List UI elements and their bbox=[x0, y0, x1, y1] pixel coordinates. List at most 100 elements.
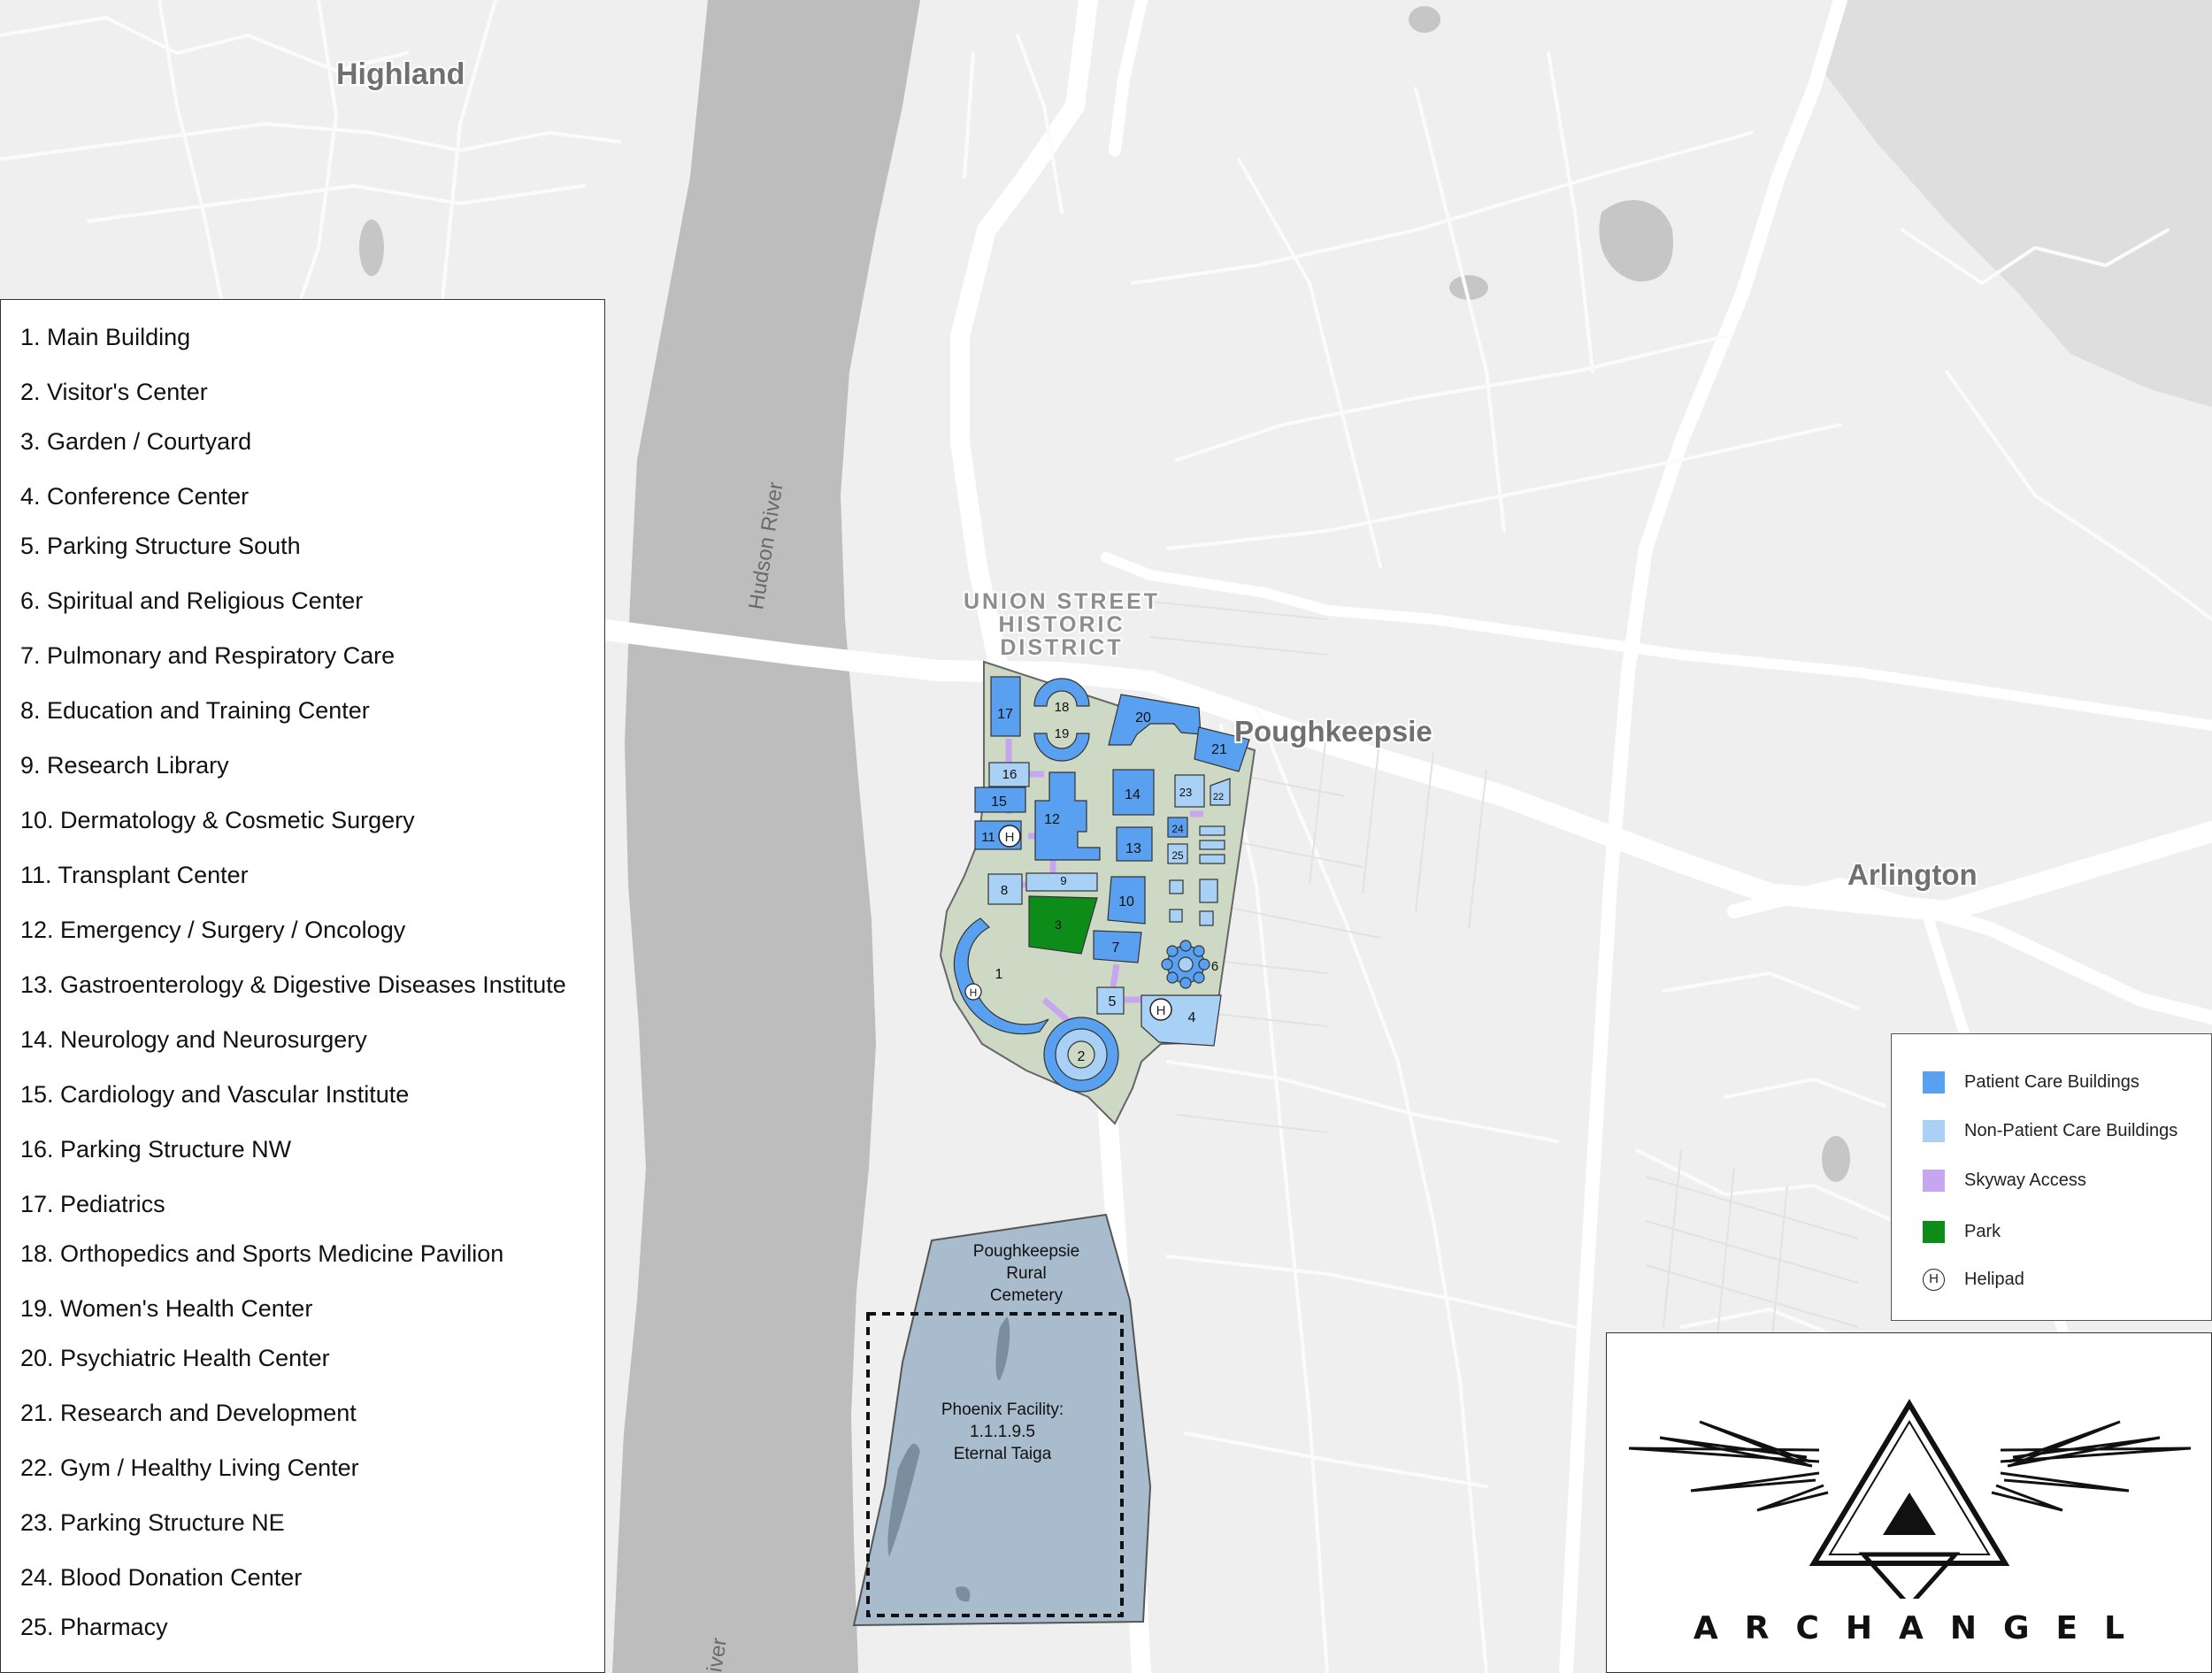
small-building bbox=[1199, 879, 1218, 903]
helipad[interactable]: H bbox=[964, 983, 982, 1001]
key-item[interactable]: 25. Pharmacy bbox=[20, 1614, 168, 1641]
facility-label-line3: Eternal Taiga bbox=[954, 1445, 1052, 1463]
building-number: 5 bbox=[1109, 994, 1117, 1009]
pond bbox=[1409, 6, 1440, 33]
legend-label: Non-Patient Care Buildings bbox=[1964, 1120, 2178, 1140]
building-number: 19 bbox=[1055, 726, 1070, 741]
key-item[interactable]: 21. Research and Development bbox=[20, 1400, 357, 1427]
district-label-line2: HISTORIC bbox=[999, 612, 1125, 637]
key-item[interactable]: 13. Gastroenterology & Digestive Disease… bbox=[20, 971, 566, 999]
building-number: 25 bbox=[1171, 849, 1184, 862]
small-building bbox=[1199, 854, 1225, 864]
legend-item-park: Park bbox=[1923, 1218, 2001, 1245]
key-item[interactable]: 14. Neurology and Neurosurgery bbox=[20, 1026, 367, 1054]
map-legend: Patient Care Buildings Non-Patient Care … bbox=[1891, 1033, 2212, 1321]
legend-item-non-patient-care: Non-Patient Care Buildings bbox=[1923, 1117, 2177, 1144]
building-number: 17 bbox=[997, 707, 1013, 722]
park-swatch bbox=[1923, 1220, 1945, 1243]
skyway bbox=[1110, 963, 1120, 987]
pond bbox=[359, 219, 384, 276]
building-number: 18 bbox=[1055, 700, 1070, 715]
small-building bbox=[1199, 840, 1225, 850]
key-item[interactable]: 12. Emergency / Surgery / Oncology bbox=[20, 917, 405, 944]
key-item[interactable]: 22. Gym / Healthy Living Center bbox=[20, 1454, 359, 1482]
key-item[interactable]: 19. Women's Health Center bbox=[20, 1295, 312, 1323]
key-item[interactable]: 17. Pediatrics bbox=[20, 1191, 165, 1218]
key-item[interactable]: 7. Pulmonary and Respiratory Care bbox=[20, 642, 395, 670]
legend-item-skyway: Skyway Access bbox=[1923, 1167, 2086, 1193]
key-item[interactable]: 8. Education and Training Center bbox=[20, 697, 370, 725]
building-number: 8 bbox=[1001, 883, 1008, 898]
building-number: 3 bbox=[1055, 917, 1062, 932]
building-number: 12 bbox=[1044, 812, 1060, 827]
key-item[interactable]: 15. Cardiology and Vascular Institute bbox=[20, 1081, 409, 1109]
building-number: 2 bbox=[1078, 1049, 1086, 1064]
skyway-swatch bbox=[1923, 1169, 1945, 1192]
svg-text:H: H bbox=[1156, 1003, 1166, 1018]
district-label-line3: DISTRICT bbox=[1000, 635, 1123, 660]
patient-care-swatch bbox=[1923, 1071, 1945, 1094]
key-item[interactable]: 16. Parking Structure NW bbox=[20, 1136, 291, 1163]
key-item[interactable]: 11. Transplant Center bbox=[20, 862, 249, 889]
small-building bbox=[1199, 825, 1225, 836]
svg-text:H: H bbox=[1005, 830, 1015, 845]
building-number: 22 bbox=[1213, 792, 1224, 802]
non-patient-care-swatch bbox=[1923, 1119, 1945, 1142]
archangel-logo-text: ARCHANGEL bbox=[1693, 1610, 2152, 1646]
small-building bbox=[1169, 909, 1183, 923]
building-key-panel: 1. Main Building 2. Visitor's Center 3. … bbox=[0, 299, 605, 1673]
key-item[interactable]: 24. Blood Donation Center bbox=[20, 1564, 302, 1592]
building-number: 9 bbox=[1060, 874, 1066, 887]
building-number: 7 bbox=[1112, 940, 1120, 955]
town-label-arlington: Arlington bbox=[1847, 858, 1978, 891]
building-number: 4 bbox=[1188, 1010, 1196, 1025]
legend-label: Helipad bbox=[1964, 1269, 2024, 1289]
legend-label: Patient Care Buildings bbox=[1964, 1071, 2139, 1092]
building-number: 6 bbox=[1211, 959, 1218, 974]
key-item[interactable]: 1. Main Building bbox=[20, 324, 190, 351]
building-number: 11 bbox=[981, 830, 995, 845]
building-number: 10 bbox=[1118, 894, 1134, 909]
helipad[interactable]: H bbox=[998, 825, 1021, 848]
key-item[interactable]: 23. Parking Structure NE bbox=[20, 1509, 285, 1537]
building-number: 1 bbox=[995, 967, 1003, 982]
building-number: 24 bbox=[1171, 823, 1184, 835]
building-number: 13 bbox=[1125, 841, 1141, 856]
key-item[interactable]: 5. Parking Structure South bbox=[20, 533, 301, 560]
building-number: 16 bbox=[1002, 767, 1018, 782]
facility-label-line2: 1.1.1.9.5 bbox=[970, 1423, 1035, 1441]
town-label-poughkeepsie: Poughkeepsie bbox=[1234, 715, 1432, 748]
key-item[interactable]: 9. Research Library bbox=[20, 752, 229, 779]
building-number: 21 bbox=[1211, 742, 1227, 757]
key-item[interactable]: 20. Psychiatric Health Center bbox=[20, 1345, 330, 1372]
logo-panel: ARCHANGEL bbox=[1606, 1332, 2212, 1673]
facility-label-line1: Phoenix Facility: bbox=[941, 1401, 1064, 1419]
town-label-highland: Highland bbox=[336, 58, 465, 91]
archangel-logo-icon bbox=[1628, 1399, 2192, 1599]
small-building bbox=[1169, 879, 1184, 894]
district-label-line1: UNION STREET bbox=[964, 589, 1160, 614]
cemetery-label-line1: Poughkeepsie bbox=[973, 1242, 1079, 1261]
key-item[interactable]: 3. Garden / Courtyard bbox=[20, 428, 251, 456]
pond bbox=[1822, 1136, 1850, 1182]
key-item[interactable]: 18. Orthopedics and Sports Medicine Pavi… bbox=[20, 1240, 503, 1268]
building-number: 15 bbox=[991, 794, 1007, 810]
legend-item-helipad: H Helipad bbox=[1923, 1266, 2024, 1293]
helipad-icon: H bbox=[1923, 1268, 1945, 1291]
key-item[interactable]: 6. Spiritual and Religious Center bbox=[20, 587, 363, 615]
key-item[interactable]: 4. Conference Center bbox=[20, 483, 249, 510]
cemetery-label-line3: Cemetery bbox=[990, 1286, 1064, 1305]
cemetery-label-line2: Rural bbox=[1006, 1264, 1046, 1283]
svg-text:H: H bbox=[970, 986, 978, 999]
helipad[interactable]: H bbox=[1149, 998, 1172, 1021]
key-item[interactable]: 2. Visitor's Center bbox=[20, 379, 208, 406]
key-item[interactable]: 10. Dermatology & Cosmetic Surgery bbox=[20, 807, 415, 834]
legend-item-patient-care: Patient Care Buildings bbox=[1923, 1069, 2139, 1095]
building-number: 14 bbox=[1125, 787, 1141, 802]
building-number: 23 bbox=[1179, 786, 1192, 799]
building-number: 20 bbox=[1135, 710, 1151, 725]
building-6[interactable] bbox=[1161, 940, 1210, 989]
small-building bbox=[1199, 910, 1214, 926]
legend-label: Park bbox=[1964, 1221, 2001, 1241]
legend-label: Skyway Access bbox=[1964, 1170, 2086, 1190]
